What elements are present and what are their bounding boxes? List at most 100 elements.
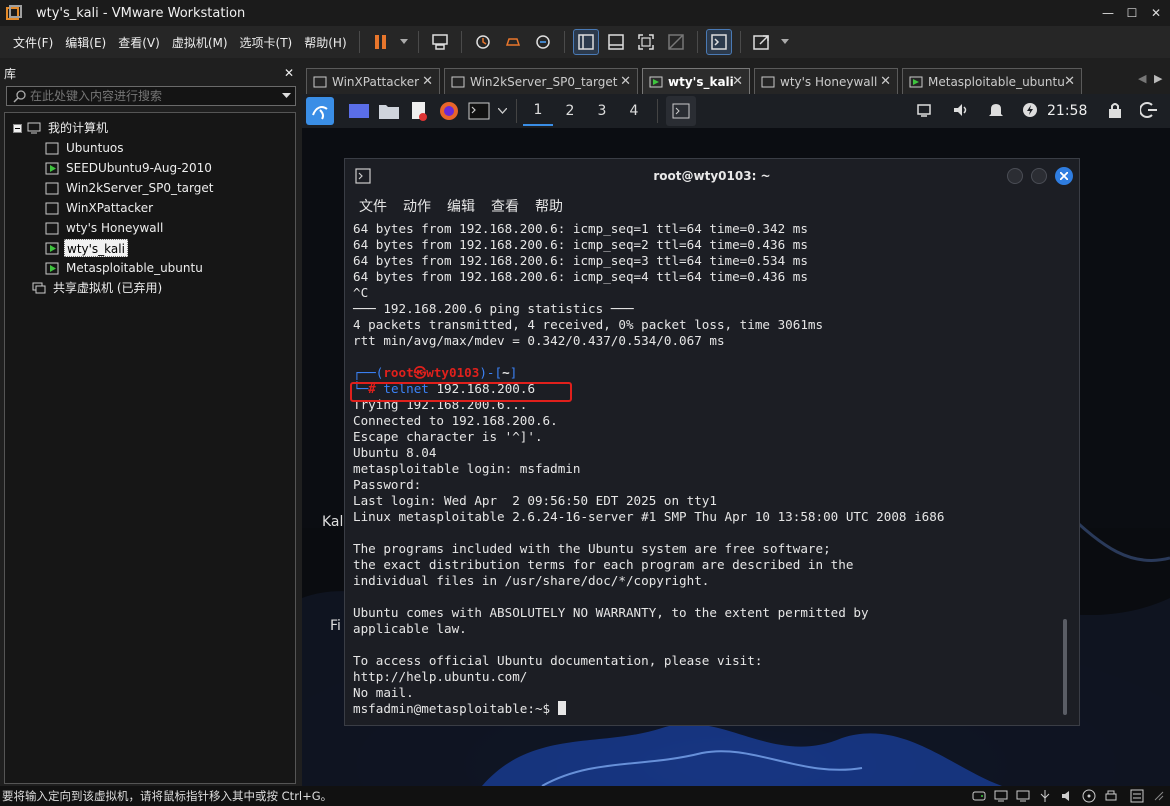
menu-view[interactable]: 查看(V) bbox=[112, 34, 166, 51]
terminal-window[interactable]: root@wty0103: ~ 文件 动作 编辑 查看 帮助 64 bytes … bbox=[344, 158, 1080, 726]
library-search[interactable] bbox=[6, 86, 296, 106]
tab-scroll-right-icon[interactable]: ▶ bbox=[1154, 72, 1162, 85]
terminal-menu-view[interactable]: 查看 bbox=[491, 196, 519, 216]
minimize-button[interactable]: — bbox=[1096, 0, 1120, 26]
toolbar-divider bbox=[563, 31, 565, 53]
desktop-icon-label[interactable]: Kal bbox=[322, 514, 343, 530]
workspace-2[interactable]: 2 bbox=[555, 96, 585, 126]
terminal-menu-actions[interactable]: 动作 bbox=[403, 196, 431, 216]
desktop-icon-label[interactable]: Fi bbox=[330, 618, 341, 634]
close-icon[interactable]: ✕ bbox=[1064, 74, 1075, 89]
file-manager-icon[interactable] bbox=[374, 96, 404, 126]
tree-node-vm[interactable]: wty's Honeywall bbox=[45, 219, 165, 237]
terminal-menu-edit[interactable]: 编辑 bbox=[447, 196, 475, 216]
network-adapter-icon[interactable] bbox=[994, 789, 1008, 803]
tree-node-vm[interactable]: wty's_kali bbox=[45, 239, 128, 257]
power-manager-icon[interactable] bbox=[1022, 102, 1038, 118]
logout-icon[interactable] bbox=[1140, 101, 1158, 119]
workspace-4[interactable]: 4 bbox=[619, 96, 649, 126]
toolbar-divider bbox=[417, 31, 419, 53]
tab-winxpattacker[interactable]: WinXPattacker ✕ bbox=[306, 68, 440, 94]
notification-bell-icon[interactable] bbox=[988, 101, 1004, 119]
close-button[interactable] bbox=[1055, 167, 1073, 185]
terminal-titlebar[interactable]: root@wty0103: ~ bbox=[345, 159, 1079, 193]
menu-file[interactable]: 文件(F) bbox=[7, 34, 59, 51]
network-icon[interactable] bbox=[916, 102, 932, 118]
message-log-icon[interactable] bbox=[1130, 789, 1144, 803]
tree-node-vm[interactable]: Ubuntuos bbox=[45, 139, 126, 157]
show-desktop-icon[interactable] bbox=[344, 96, 374, 126]
stretch-guest-icon[interactable] bbox=[749, 29, 775, 55]
search-input[interactable] bbox=[30, 89, 282, 103]
text-editor-icon[interactable] bbox=[404, 96, 434, 126]
revert-snapshot-icon[interactable] bbox=[500, 29, 526, 55]
thumbnail-bar-icon[interactable] bbox=[603, 29, 629, 55]
tree-node-vm[interactable]: WinXPattacker bbox=[45, 199, 155, 217]
workspace-1[interactable]: 1 bbox=[523, 96, 553, 126]
library-close-button[interactable]: ✕ bbox=[284, 66, 294, 80]
menu-help[interactable]: 帮助(H) bbox=[298, 34, 352, 51]
network-adapter-icon[interactable] bbox=[1016, 789, 1030, 803]
tree-node-shared[interactable]: 共享虚拟机 (已弃用) bbox=[32, 279, 164, 297]
printer-icon[interactable] bbox=[1104, 789, 1118, 803]
close-icon[interactable]: ✕ bbox=[422, 74, 433, 89]
maximize-button[interactable]: ☐ bbox=[1120, 0, 1144, 26]
maximize-button[interactable] bbox=[1031, 168, 1047, 184]
terminal-output[interactable]: 64 bytes from 192.168.200.6: icmp_seq=1 … bbox=[353, 221, 1061, 719]
vm-icon bbox=[451, 76, 465, 88]
taskbar-terminal-button[interactable] bbox=[666, 96, 696, 126]
tree-node-vm[interactable]: Win2kServer_SP0_target bbox=[45, 179, 215, 197]
menu-tabs[interactable]: 选项卡(T) bbox=[234, 34, 299, 51]
tree-node-vm[interactable]: Metasploitable_ubuntu bbox=[45, 259, 205, 277]
chevron-down-icon[interactable] bbox=[282, 93, 291, 99]
kali-menu-icon[interactable] bbox=[306, 97, 334, 125]
menu-vm[interactable]: 虚拟机(M) bbox=[166, 34, 234, 51]
terminal-launcher-icon[interactable] bbox=[464, 96, 494, 126]
resize-grip-icon[interactable] bbox=[1152, 789, 1164, 801]
send-keys-icon[interactable] bbox=[427, 29, 453, 55]
show-library-icon[interactable] bbox=[572, 29, 599, 55]
tree-node-vm[interactable]: SEEDUbuntu9-Aug-2010 bbox=[45, 159, 214, 177]
pause-icon[interactable] bbox=[368, 29, 394, 55]
tab-scroll-left-icon[interactable]: ◀ bbox=[1138, 72, 1146, 85]
workspace-3[interactable]: 3 bbox=[587, 96, 617, 126]
sound-icon[interactable] bbox=[1060, 789, 1074, 803]
prompt-user: root㉿wty0103 bbox=[383, 365, 480, 380]
hdd-icon[interactable] bbox=[972, 789, 986, 803]
volume-icon[interactable] bbox=[952, 102, 970, 118]
tree-node-my-computer[interactable]: 我的计算机 bbox=[13, 119, 110, 137]
clock[interactable]: 21:58 bbox=[1047, 103, 1087, 119]
collapse-icon[interactable] bbox=[13, 123, 22, 133]
usb-icon[interactable] bbox=[1038, 789, 1052, 803]
close-icon[interactable]: ✕ bbox=[620, 74, 631, 89]
close-button[interactable]: ✕ bbox=[1144, 0, 1168, 26]
chevron-down-icon[interactable] bbox=[494, 96, 510, 126]
menu-toolbar: 文件(F) 编辑(E) 查看(V) 虚拟机(M) 选项卡(T) 帮助(H) bbox=[0, 26, 1170, 58]
full-screen-icon[interactable] bbox=[633, 29, 659, 55]
vm-icon bbox=[45, 142, 59, 155]
terminal-line: The programs included with the Ubuntu sy… bbox=[353, 541, 831, 556]
close-icon[interactable]: ✕ bbox=[880, 74, 891, 89]
terminal-line: Connected to 192.168.200.6. bbox=[353, 413, 558, 428]
tab-metasploitable[interactable]: Metasploitable_ubuntu ✕ bbox=[902, 68, 1082, 94]
lock-icon[interactable] bbox=[1108, 101, 1122, 119]
unity-icon[interactable] bbox=[663, 29, 689, 55]
tab-wtys-honeywall[interactable]: wty's Honeywall ✕ bbox=[754, 68, 898, 94]
firefox-icon[interactable] bbox=[434, 96, 464, 126]
chevron-down-icon[interactable] bbox=[779, 29, 791, 55]
console-view-icon[interactable] bbox=[705, 29, 732, 55]
minimize-button[interactable] bbox=[1007, 168, 1023, 184]
menu-edit[interactable]: 编辑(E) bbox=[59, 34, 112, 51]
tab-wtys-kali[interactable]: wty's_kali ✕ bbox=[642, 68, 750, 94]
snapshot-manager-icon[interactable] bbox=[530, 29, 556, 55]
close-icon[interactable]: ✕ bbox=[732, 74, 743, 89]
snapshot-icon[interactable] bbox=[470, 29, 496, 55]
cd-icon[interactable] bbox=[1082, 789, 1096, 803]
terminal-scrollbar[interactable] bbox=[1063, 619, 1067, 715]
vm-display[interactable]: 1 2 3 4 21:58 Kal Fi root@wty0103: ~ 文件 … bbox=[302, 94, 1170, 786]
terminal-menu-file[interactable]: 文件 bbox=[359, 196, 387, 216]
tab-label: wty's_kali bbox=[668, 74, 734, 89]
tab-win2kserver[interactable]: Win2kServer_SP0_target ✕ bbox=[444, 68, 638, 94]
terminal-menu-help[interactable]: 帮助 bbox=[535, 196, 563, 216]
chevron-down-icon[interactable] bbox=[398, 29, 410, 55]
